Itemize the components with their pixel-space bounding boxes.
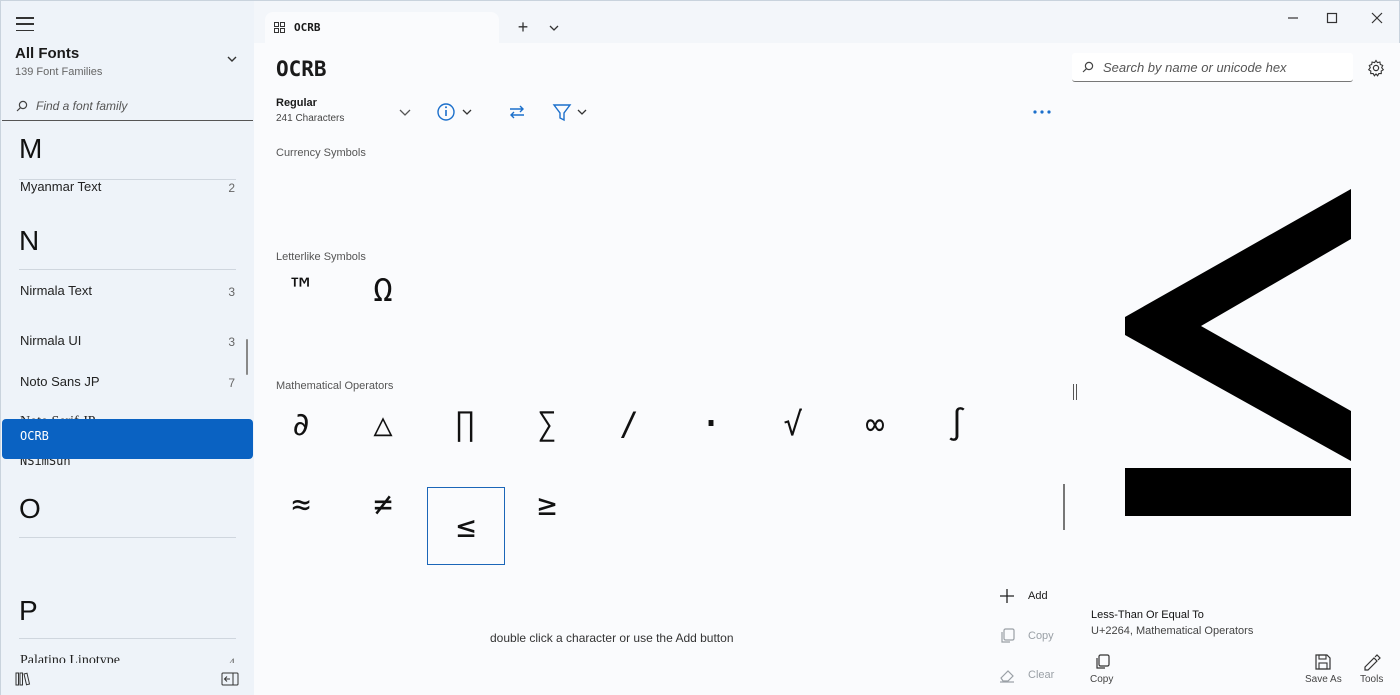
copy-button-label: Copy bbox=[1090, 674, 1114, 685]
glyph-cell[interactable]: ∫ bbox=[918, 385, 996, 463]
group-header-m[interactable]: M bbox=[19, 133, 42, 165]
info-icon[interactable] bbox=[436, 101, 476, 123]
swap-icon[interactable] bbox=[506, 101, 528, 123]
sequence-hint: double click a character or use the Add … bbox=[490, 631, 734, 645]
font-name: Myanmar Text bbox=[20, 179, 102, 194]
tab-label: OCRB bbox=[294, 21, 321, 34]
gear-icon[interactable] bbox=[1367, 59, 1385, 77]
chevron-down-icon[interactable] bbox=[397, 101, 413, 123]
glyph-cell[interactable]: Ω bbox=[344, 251, 422, 329]
pane-splitter[interactable] bbox=[1076, 384, 1077, 400]
glyph-cell[interactable]: ≈ bbox=[262, 465, 340, 543]
group-header-o[interactable]: O bbox=[19, 493, 41, 525]
font-search-input[interactable]: Find a font family bbox=[2, 91, 253, 121]
grid-icon bbox=[274, 22, 285, 33]
list-item[interactable]: Noto Sans JP 7 bbox=[20, 374, 235, 390]
tools-icon bbox=[1364, 654, 1381, 671]
collection-subtitle: 139 Font Families bbox=[15, 66, 103, 78]
glyph-cell[interactable]: ∂ bbox=[262, 385, 340, 463]
font-name: Nirmala Text bbox=[20, 283, 93, 298]
collection-title[interactable]: All Fonts bbox=[15, 45, 79, 62]
glyph-cell[interactable]: ∑ bbox=[508, 385, 586, 463]
style-selector-name[interactable]: Regular bbox=[276, 97, 317, 109]
add-label: Add bbox=[1028, 590, 1048, 602]
minimize-icon[interactable] bbox=[1284, 9, 1302, 27]
copy-label: Copy bbox=[1028, 630, 1054, 642]
glyph-cell[interactable]: ≥ bbox=[508, 465, 586, 543]
font-search-placeholder: Find a font family bbox=[36, 98, 128, 113]
group-divider bbox=[19, 537, 236, 538]
group-header-p[interactable]: P bbox=[19, 595, 38, 627]
plus-icon bbox=[1000, 589, 1014, 603]
category-label: Currency Symbols bbox=[276, 147, 366, 159]
page-title: OCRB bbox=[276, 57, 327, 81]
glyph-cell[interactable]: △ bbox=[344, 385, 422, 463]
style-character-count: 241 Characters bbox=[276, 113, 345, 124]
save-icon bbox=[1315, 654, 1331, 670]
tools-label: Tools bbox=[1360, 674, 1384, 685]
copy-button[interactable]: Copy bbox=[1090, 653, 1113, 685]
sidebar: All Fonts 139 Font Families Find a font … bbox=[1, 1, 254, 695]
scrollbar-thumb[interactable] bbox=[1063, 484, 1065, 530]
glyph-cell[interactable]: √ bbox=[754, 385, 832, 463]
eraser-icon bbox=[1000, 670, 1014, 683]
glyph-cell[interactable]: · bbox=[672, 385, 750, 463]
font-name: Nirmala UI bbox=[20, 333, 82, 348]
scrollbar-thumb[interactable] bbox=[246, 339, 248, 375]
tab-ocrb[interactable]: OCRB bbox=[265, 12, 499, 43]
style-count: 4 bbox=[229, 655, 235, 663]
style-count: 3 bbox=[228, 335, 235, 349]
style-count: 7 bbox=[228, 376, 235, 390]
close-icon[interactable] bbox=[1368, 9, 1386, 27]
clear-label: Clear bbox=[1028, 669, 1055, 681]
font-name: Noto Sans JP bbox=[20, 374, 100, 389]
collapse-pane-icon[interactable] bbox=[221, 671, 239, 687]
font-name: Palatino Linotype bbox=[20, 653, 120, 663]
add-button[interactable]: Add bbox=[998, 587, 1048, 605]
copy-icon bbox=[1096, 654, 1110, 669]
glyph-preview bbox=[1125, 189, 1351, 516]
menu-icon[interactable] bbox=[15, 15, 35, 33]
glyph-cell[interactable]: ∏ bbox=[426, 385, 504, 463]
copy-icon bbox=[1001, 628, 1015, 643]
group-header-n[interactable]: N bbox=[19, 225, 39, 257]
tools-button[interactable]: Tools bbox=[1360, 653, 1383, 685]
glyph-cell[interactable]: ™ bbox=[262, 251, 340, 329]
list-item-selected[interactable]: OCRB bbox=[2, 419, 253, 459]
character-search-input[interactable]: Search by name or unicode hex bbox=[1072, 53, 1353, 82]
chevron-down-icon[interactable] bbox=[546, 20, 562, 36]
font-family-list: M Myanmar Text 2 N Nirmala Text 3 Nirmal… bbox=[1, 123, 254, 663]
search-icon bbox=[16, 100, 28, 111]
character-code: U+2264, Mathematical Operators bbox=[1091, 625, 1254, 637]
style-count: 2 bbox=[228, 181, 235, 195]
maximize-icon[interactable] bbox=[1323, 9, 1341, 27]
chevron-down-icon[interactable] bbox=[227, 54, 237, 64]
style-count: 3 bbox=[228, 285, 235, 299]
more-options-icon[interactable] bbox=[1030, 101, 1054, 123]
list-item[interactable]: Palatino Linotype 4 bbox=[20, 653, 235, 663]
glyph-cell[interactable]: ∞ bbox=[836, 385, 914, 463]
glyph-cell-selected[interactable]: ≤ bbox=[427, 487, 505, 565]
glyph-cell[interactable]: ≠ bbox=[344, 465, 422, 543]
app-window: All Fonts 139 Font Families Find a font … bbox=[0, 0, 1400, 695]
glyph-cell[interactable]: / bbox=[590, 385, 668, 463]
pane-splitter[interactable] bbox=[1073, 384, 1074, 400]
group-divider bbox=[19, 638, 236, 639]
clear-button[interactable]: Clear bbox=[998, 666, 1054, 684]
list-item[interactable]: Nirmala Text 3 bbox=[20, 283, 235, 299]
filter-icon[interactable] bbox=[552, 101, 592, 123]
save-as-button[interactable]: Save As bbox=[1305, 653, 1342, 685]
copy-sequence-button[interactable]: Copy bbox=[998, 627, 1054, 645]
list-item[interactable]: Nirmala UI 3 bbox=[20, 333, 235, 349]
search-icon bbox=[1082, 61, 1094, 73]
list-item[interactable]: Myanmar Text 2 bbox=[20, 179, 235, 195]
save-as-label: Save As bbox=[1305, 674, 1342, 685]
font-collections-icon[interactable] bbox=[15, 671, 31, 687]
group-divider bbox=[19, 269, 236, 270]
character-search-placeholder: Search by name or unicode hex bbox=[1103, 59, 1287, 75]
add-tab-button[interactable]: + bbox=[514, 18, 532, 36]
character-name: Less-Than Or Equal To bbox=[1091, 609, 1204, 621]
